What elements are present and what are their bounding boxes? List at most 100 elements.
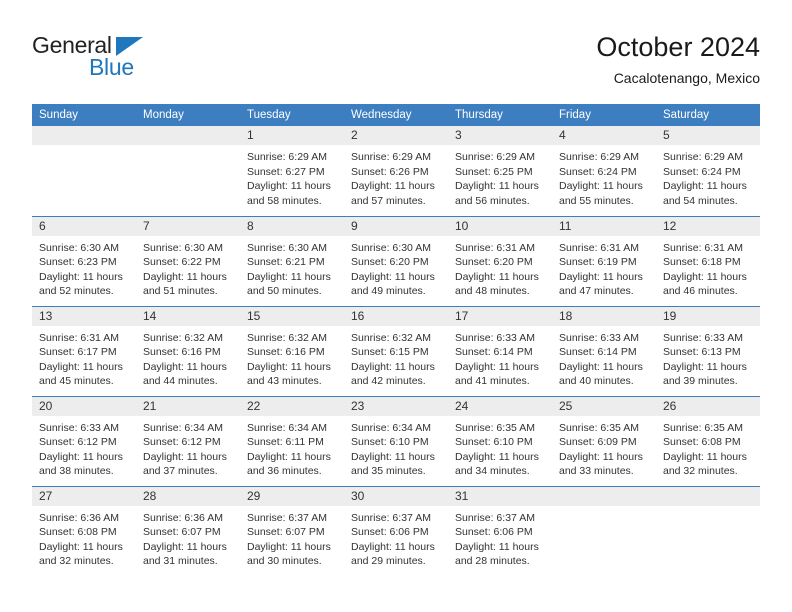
calendar-day-cell[interactable] <box>656 485 760 576</box>
calendar-day-cell[interactable]: 1 Sunrise: 6:29 AM Sunset: 6:27 PM Dayli… <box>240 126 344 216</box>
calendar-day-cell[interactable]: 4 Sunrise: 6:29 AM Sunset: 6:24 PM Dayli… <box>552 126 656 216</box>
calendar-table: Sunday Monday Tuesday Wednesday Thursday… <box>32 104 760 576</box>
day-number: 19 <box>656 306 760 326</box>
day-number: 4 <box>552 126 656 145</box>
daylight-text-line2: and 37 minutes. <box>143 465 218 477</box>
daylight-text-line2: and 46 minutes. <box>663 285 738 297</box>
day-details: Sunrise: 6:34 AM Sunset: 6:12 PM Dayligh… <box>136 416 240 479</box>
sunrise-text: Sunrise: 6:32 AM <box>247 331 327 344</box>
sunrise-text: Sunrise: 6:30 AM <box>39 241 119 254</box>
page-header: General Blue October 2024 Cacalotenango,… <box>32 30 760 100</box>
sunrise-text: Sunrise: 6:37 AM <box>247 511 327 524</box>
daylight-text-line1: Daylight: 11 hours <box>663 360 747 373</box>
day-number: 21 <box>136 396 240 416</box>
calendar-day-cell[interactable]: 27 Sunrise: 6:36 AM Sunset: 6:08 PM Dayl… <box>32 485 136 576</box>
daylight-text-line2: and 55 minutes. <box>559 194 634 207</box>
daylight-text-line1: Daylight: 11 hours <box>247 270 331 283</box>
calendar-day-cell[interactable]: 20 Sunrise: 6:33 AM Sunset: 6:12 PM Dayl… <box>32 395 136 486</box>
daylight-text-line2: and 33 minutes. <box>559 465 634 477</box>
sunset-text: Sunset: 6:11 PM <box>247 436 324 448</box>
calendar-day-cell[interactable] <box>552 485 656 576</box>
sunset-text: Sunset: 6:24 PM <box>663 165 741 178</box>
day-details: Sunrise: 6:35 AM Sunset: 6:10 PM Dayligh… <box>448 416 552 479</box>
daylight-text-line1: Daylight: 11 hours <box>143 360 227 373</box>
day-number: 30 <box>344 486 448 506</box>
sunset-text: Sunset: 6:07 PM <box>143 526 221 538</box>
sunrise-text: Sunrise: 6:33 AM <box>455 331 535 344</box>
daylight-text-line2: and 28 minutes. <box>455 555 530 567</box>
title-block: October 2024 Cacalotenango, Mexico <box>596 30 760 88</box>
daylight-text-line2: and 49 minutes. <box>351 285 426 297</box>
day-number: 27 <box>32 486 136 506</box>
sunrise-text: Sunrise: 6:36 AM <box>39 511 119 524</box>
daylight-text-line1: Daylight: 11 hours <box>247 450 331 463</box>
calendar-day-cell[interactable]: 28 Sunrise: 6:36 AM Sunset: 6:07 PM Dayl… <box>136 485 240 576</box>
calendar-day-cell[interactable]: 29 Sunrise: 6:37 AM Sunset: 6:07 PM Dayl… <box>240 485 344 576</box>
sunrise-text: Sunrise: 6:29 AM <box>247 151 327 163</box>
day-details: Sunrise: 6:32 AM Sunset: 6:16 PM Dayligh… <box>136 326 240 389</box>
sunrise-text: Sunrise: 6:29 AM <box>455 151 535 163</box>
sunset-text: Sunset: 6:21 PM <box>247 256 325 268</box>
sunrise-text: Sunrise: 6:31 AM <box>559 241 639 254</box>
calendar-week-row: 20 Sunrise: 6:33 AM Sunset: 6:12 PM Dayl… <box>32 395 760 486</box>
day-number: 8 <box>240 216 344 236</box>
calendar-day-cell[interactable]: 9 Sunrise: 6:30 AM Sunset: 6:20 PM Dayli… <box>344 215 448 306</box>
day-number: 1 <box>240 126 344 145</box>
calendar-day-cell[interactable]: 13 Sunrise: 6:31 AM Sunset: 6:17 PM Dayl… <box>32 305 136 396</box>
sunset-text: Sunset: 6:22 PM <box>143 256 221 268</box>
sunset-text: Sunset: 6:20 PM <box>351 256 429 268</box>
sunrise-text: Sunrise: 6:31 AM <box>455 241 535 254</box>
daylight-text-line2: and 36 minutes. <box>247 465 322 477</box>
calendar-day-cell[interactable] <box>32 126 136 216</box>
calendar-day-cell[interactable] <box>136 126 240 216</box>
calendar-day-cell[interactable]: 18 Sunrise: 6:33 AM Sunset: 6:14 PM Dayl… <box>552 305 656 396</box>
calendar-day-cell[interactable]: 7 Sunrise: 6:30 AM Sunset: 6:22 PM Dayli… <box>136 215 240 306</box>
calendar-day-cell[interactable]: 23 Sunrise: 6:34 AM Sunset: 6:10 PM Dayl… <box>344 395 448 486</box>
calendar-day-cell[interactable]: 10 Sunrise: 6:31 AM Sunset: 6:20 PM Dayl… <box>448 215 552 306</box>
calendar-day-cell[interactable]: 24 Sunrise: 6:35 AM Sunset: 6:10 PM Dayl… <box>448 395 552 486</box>
day-details: Sunrise: 6:33 AM Sunset: 6:13 PM Dayligh… <box>656 326 760 389</box>
daylight-text-line2: and 31 minutes. <box>143 555 218 567</box>
sunrise-text: Sunrise: 6:32 AM <box>143 331 223 344</box>
day-details: Sunrise: 6:29 AM Sunset: 6:25 PM Dayligh… <box>448 145 552 208</box>
sunset-text: Sunset: 6:08 PM <box>663 436 741 448</box>
calendar-day-cell[interactable]: 2 Sunrise: 6:29 AM Sunset: 6:26 PM Dayli… <box>344 126 448 216</box>
day-number: 16 <box>344 306 448 326</box>
calendar-day-cell[interactable]: 26 Sunrise: 6:35 AM Sunset: 6:08 PM Dayl… <box>656 395 760 486</box>
calendar-day-cell[interactable]: 3 Sunrise: 6:29 AM Sunset: 6:25 PM Dayli… <box>448 126 552 216</box>
day-details <box>552 506 656 511</box>
calendar-page: General Blue October 2024 Cacalotenango,… <box>0 0 792 612</box>
daylight-text-line1: Daylight: 11 hours <box>39 540 123 553</box>
day-details: Sunrise: 6:31 AM Sunset: 6:17 PM Dayligh… <box>32 326 136 389</box>
calendar-day-cell[interactable]: 21 Sunrise: 6:34 AM Sunset: 6:12 PM Dayl… <box>136 395 240 486</box>
day-details: Sunrise: 6:33 AM Sunset: 6:14 PM Dayligh… <box>448 326 552 389</box>
day-details: Sunrise: 6:36 AM Sunset: 6:08 PM Dayligh… <box>32 506 136 569</box>
day-number: 5 <box>656 126 760 145</box>
calendar-day-cell[interactable]: 16 Sunrise: 6:32 AM Sunset: 6:15 PM Dayl… <box>344 305 448 396</box>
calendar-day-cell[interactable]: 17 Sunrise: 6:33 AM Sunset: 6:14 PM Dayl… <box>448 305 552 396</box>
calendar-day-cell[interactable]: 15 Sunrise: 6:32 AM Sunset: 6:16 PM Dayl… <box>240 305 344 396</box>
day-number: 29 <box>240 486 344 506</box>
calendar-day-cell[interactable]: 11 Sunrise: 6:31 AM Sunset: 6:19 PM Dayl… <box>552 215 656 306</box>
daylight-text-line1: Daylight: 11 hours <box>143 270 227 283</box>
sunrise-text: Sunrise: 6:29 AM <box>559 151 639 163</box>
calendar-day-cell[interactable]: 6 Sunrise: 6:30 AM Sunset: 6:23 PM Dayli… <box>32 215 136 306</box>
sunrise-text: Sunrise: 6:33 AM <box>663 331 743 344</box>
daylight-text-line1: Daylight: 11 hours <box>559 180 643 192</box>
generalblue-logo[interactable]: General Blue <box>32 30 242 90</box>
calendar-day-cell[interactable]: 5 Sunrise: 6:29 AM Sunset: 6:24 PM Dayli… <box>656 126 760 216</box>
daylight-text-line2: and 41 minutes. <box>455 375 530 387</box>
calendar-day-cell[interactable]: 31 Sunrise: 6:37 AM Sunset: 6:06 PM Dayl… <box>448 485 552 576</box>
calendar-day-cell[interactable]: 19 Sunrise: 6:33 AM Sunset: 6:13 PM Dayl… <box>656 305 760 396</box>
calendar-day-cell[interactable]: 25 Sunrise: 6:35 AM Sunset: 6:09 PM Dayl… <box>552 395 656 486</box>
calendar-day-cell[interactable]: 30 Sunrise: 6:37 AM Sunset: 6:06 PM Dayl… <box>344 485 448 576</box>
calendar-day-cell[interactable]: 22 Sunrise: 6:34 AM Sunset: 6:11 PM Dayl… <box>240 395 344 486</box>
sunrise-text: Sunrise: 6:35 AM <box>663 421 743 434</box>
daylight-text-line1: Daylight: 11 hours <box>663 450 747 463</box>
sunset-text: Sunset: 6:23 PM <box>39 256 117 268</box>
calendar-day-cell[interactable]: 14 Sunrise: 6:32 AM Sunset: 6:16 PM Dayl… <box>136 305 240 396</box>
calendar-day-cell[interactable]: 8 Sunrise: 6:30 AM Sunset: 6:21 PM Dayli… <box>240 215 344 306</box>
day-number <box>136 126 240 145</box>
sunset-text: Sunset: 6:15 PM <box>351 346 429 358</box>
calendar-day-cell[interactable]: 12 Sunrise: 6:31 AM Sunset: 6:18 PM Dayl… <box>656 215 760 306</box>
